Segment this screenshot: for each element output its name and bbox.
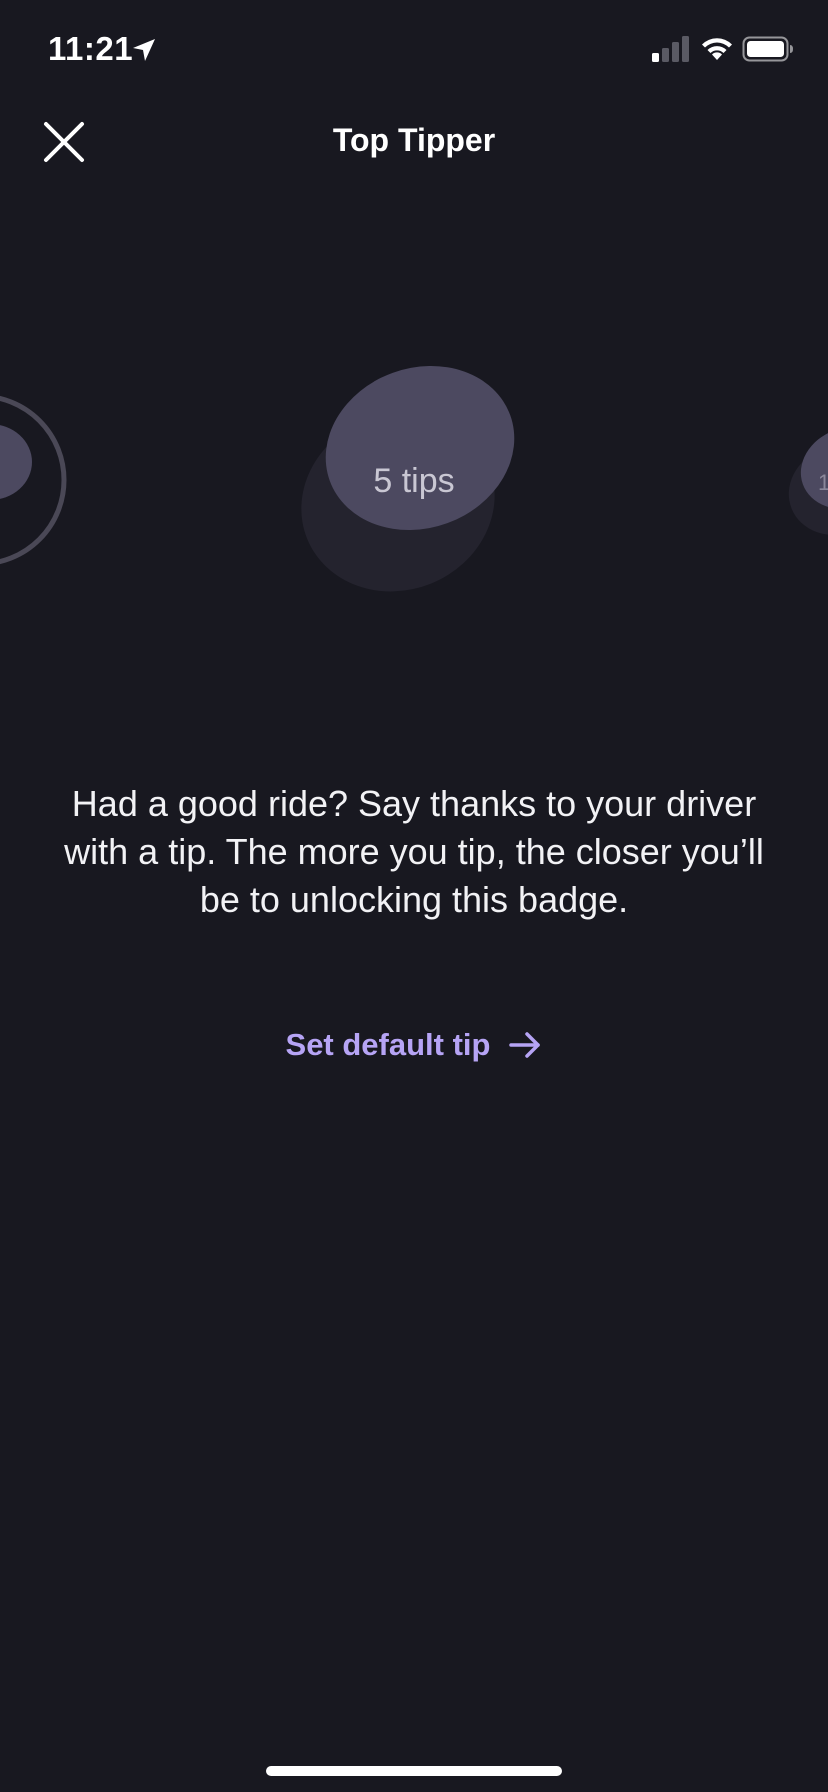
badge-description: Had a good ride? Say thanks to your driv… (64, 783, 764, 920)
set-default-tip-label: Set default tip (285, 1027, 491, 1062)
badge-label: 5 tips (373, 462, 455, 500)
set-default-tip-link[interactable]: Set default tip (0, 1022, 828, 1068)
arrow-right-icon (509, 1032, 541, 1058)
header: Top Tipper (0, 100, 828, 182)
cellular-signal-icon (652, 36, 690, 62)
badge-carousel[interactable]: 5 tips 1 (0, 340, 828, 620)
battery-icon (742, 36, 794, 62)
location-arrow-icon (130, 36, 158, 64)
next-badge-label: 1 (818, 470, 828, 495)
status-bar: 11:21 (0, 0, 828, 100)
status-time: 11:21 (48, 30, 134, 67)
page-title: Top Tipper (332, 122, 496, 158)
wifi-icon (700, 36, 734, 62)
home-indicator[interactable] (266, 1766, 562, 1776)
